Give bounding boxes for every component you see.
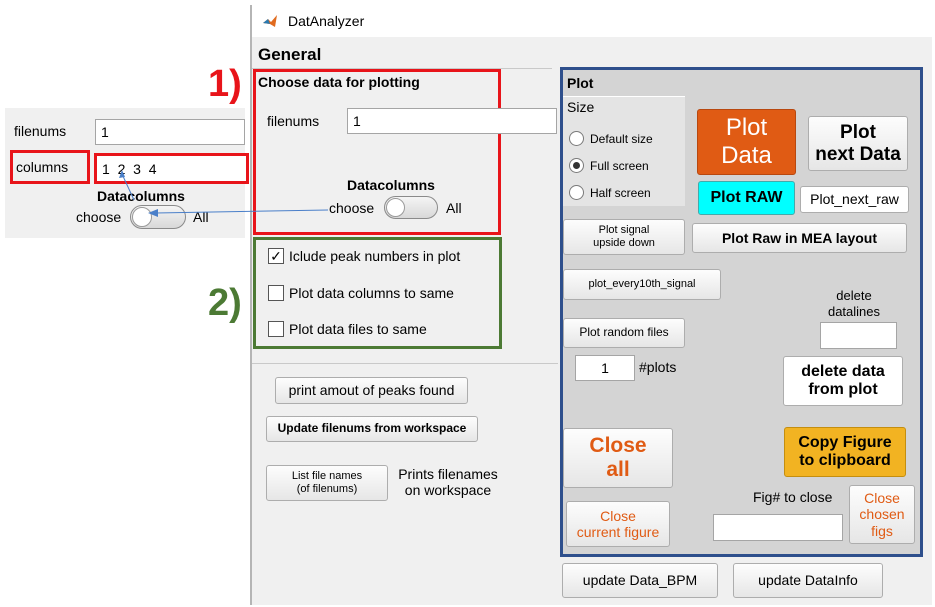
all-label: All bbox=[446, 200, 462, 216]
delete-datalines-input[interactable] bbox=[820, 322, 897, 349]
plot-raw-mea-button[interactable]: Plot Raw in MEA layout bbox=[692, 223, 907, 253]
radio-full-screen[interactable] bbox=[569, 158, 584, 173]
choose-data-title: Choose data for plotting bbox=[258, 74, 420, 90]
toggle-knob[interactable] bbox=[386, 198, 405, 217]
columns-same-checkbox[interactable] bbox=[268, 285, 284, 301]
matlab-logo-icon bbox=[263, 15, 277, 27]
plots-label: #plots bbox=[639, 359, 677, 375]
random-count-input[interactable] bbox=[575, 355, 635, 381]
window-title: DatAnalyzer bbox=[288, 13, 365, 29]
plot-title: Plot bbox=[567, 75, 594, 91]
section-divider bbox=[252, 363, 558, 364]
close-current-figure-button[interactable]: Close current figure bbox=[566, 501, 670, 547]
radio-default-size-label: Default size bbox=[590, 132, 653, 146]
plot-random-files-button[interactable]: Plot random files bbox=[563, 318, 685, 348]
radio-default-size[interactable] bbox=[569, 131, 584, 146]
size-title: Size bbox=[567, 99, 595, 115]
inset-filenums-label: filenums bbox=[14, 123, 67, 139]
plot-raw-button[interactable]: Plot RAW bbox=[698, 181, 795, 215]
update-filenums-button[interactable]: Update filenums from workspace bbox=[266, 416, 478, 442]
plot-upside-down-button[interactable]: Plot signal upside down bbox=[563, 219, 685, 255]
plot-data-button[interactable]: Plot Data bbox=[697, 109, 796, 175]
inset-columns-label: columns bbox=[16, 159, 69, 175]
list-file-names-button[interactable]: List file names (of filenums) bbox=[266, 465, 388, 501]
fig-to-close-input[interactable] bbox=[713, 514, 843, 541]
inset-filenums-input[interactable] bbox=[95, 119, 245, 145]
copy-figure-button[interactable]: Copy Figure to clipboard bbox=[784, 427, 906, 477]
plot-next-data-button[interactable]: Plot next Data bbox=[808, 116, 908, 171]
files-same-checkbox[interactable] bbox=[268, 321, 284, 337]
files-same-label: Plot data files to same bbox=[289, 321, 427, 337]
datacolumns-toggle[interactable] bbox=[384, 196, 438, 219]
radio-full-screen-label: Full screen bbox=[590, 159, 649, 173]
close-chosen-figs-button[interactable]: Close chosen figs bbox=[849, 485, 915, 544]
update-data-info-button[interactable]: update DataInfo bbox=[733, 563, 883, 598]
delete-data-button[interactable]: delete data from plot bbox=[783, 356, 903, 406]
datacolumns-label: Datacolumns bbox=[347, 177, 435, 193]
columns-same-label: Plot data columns to same bbox=[289, 285, 454, 301]
update-data-bpm-button[interactable]: update Data_BPM bbox=[562, 563, 718, 598]
tab-general[interactable]: General bbox=[258, 45, 321, 65]
fig-to-close-label: Fig# to close bbox=[753, 489, 833, 505]
print-peaks-button[interactable]: print amout of peaks found bbox=[275, 377, 468, 404]
marker-one: 1) bbox=[208, 63, 242, 105]
filenums-label: filenums bbox=[267, 113, 320, 129]
prints-filenames-text: Prints filenames on workspace bbox=[398, 466, 498, 499]
plot-every10th-button[interactable]: plot_every10th_signal bbox=[563, 269, 721, 300]
peak-numbers-checkbox[interactable]: ✓ bbox=[268, 248, 284, 264]
connector-arrow-icon bbox=[119, 170, 329, 217]
peak-numbers-label: Iclude peak numbers in plot bbox=[289, 248, 461, 264]
marker-two: 2) bbox=[208, 282, 242, 324]
radio-half-screen-label: Half screen bbox=[590, 186, 651, 200]
close-all-button[interactable]: Close all bbox=[563, 428, 673, 488]
filenums-input[interactable] bbox=[347, 108, 557, 134]
plot-next-raw-button[interactable]: Plot_next_raw bbox=[800, 186, 909, 213]
radio-half-screen[interactable] bbox=[569, 185, 584, 200]
delete-datalines-label: delete datalines bbox=[827, 288, 881, 320]
